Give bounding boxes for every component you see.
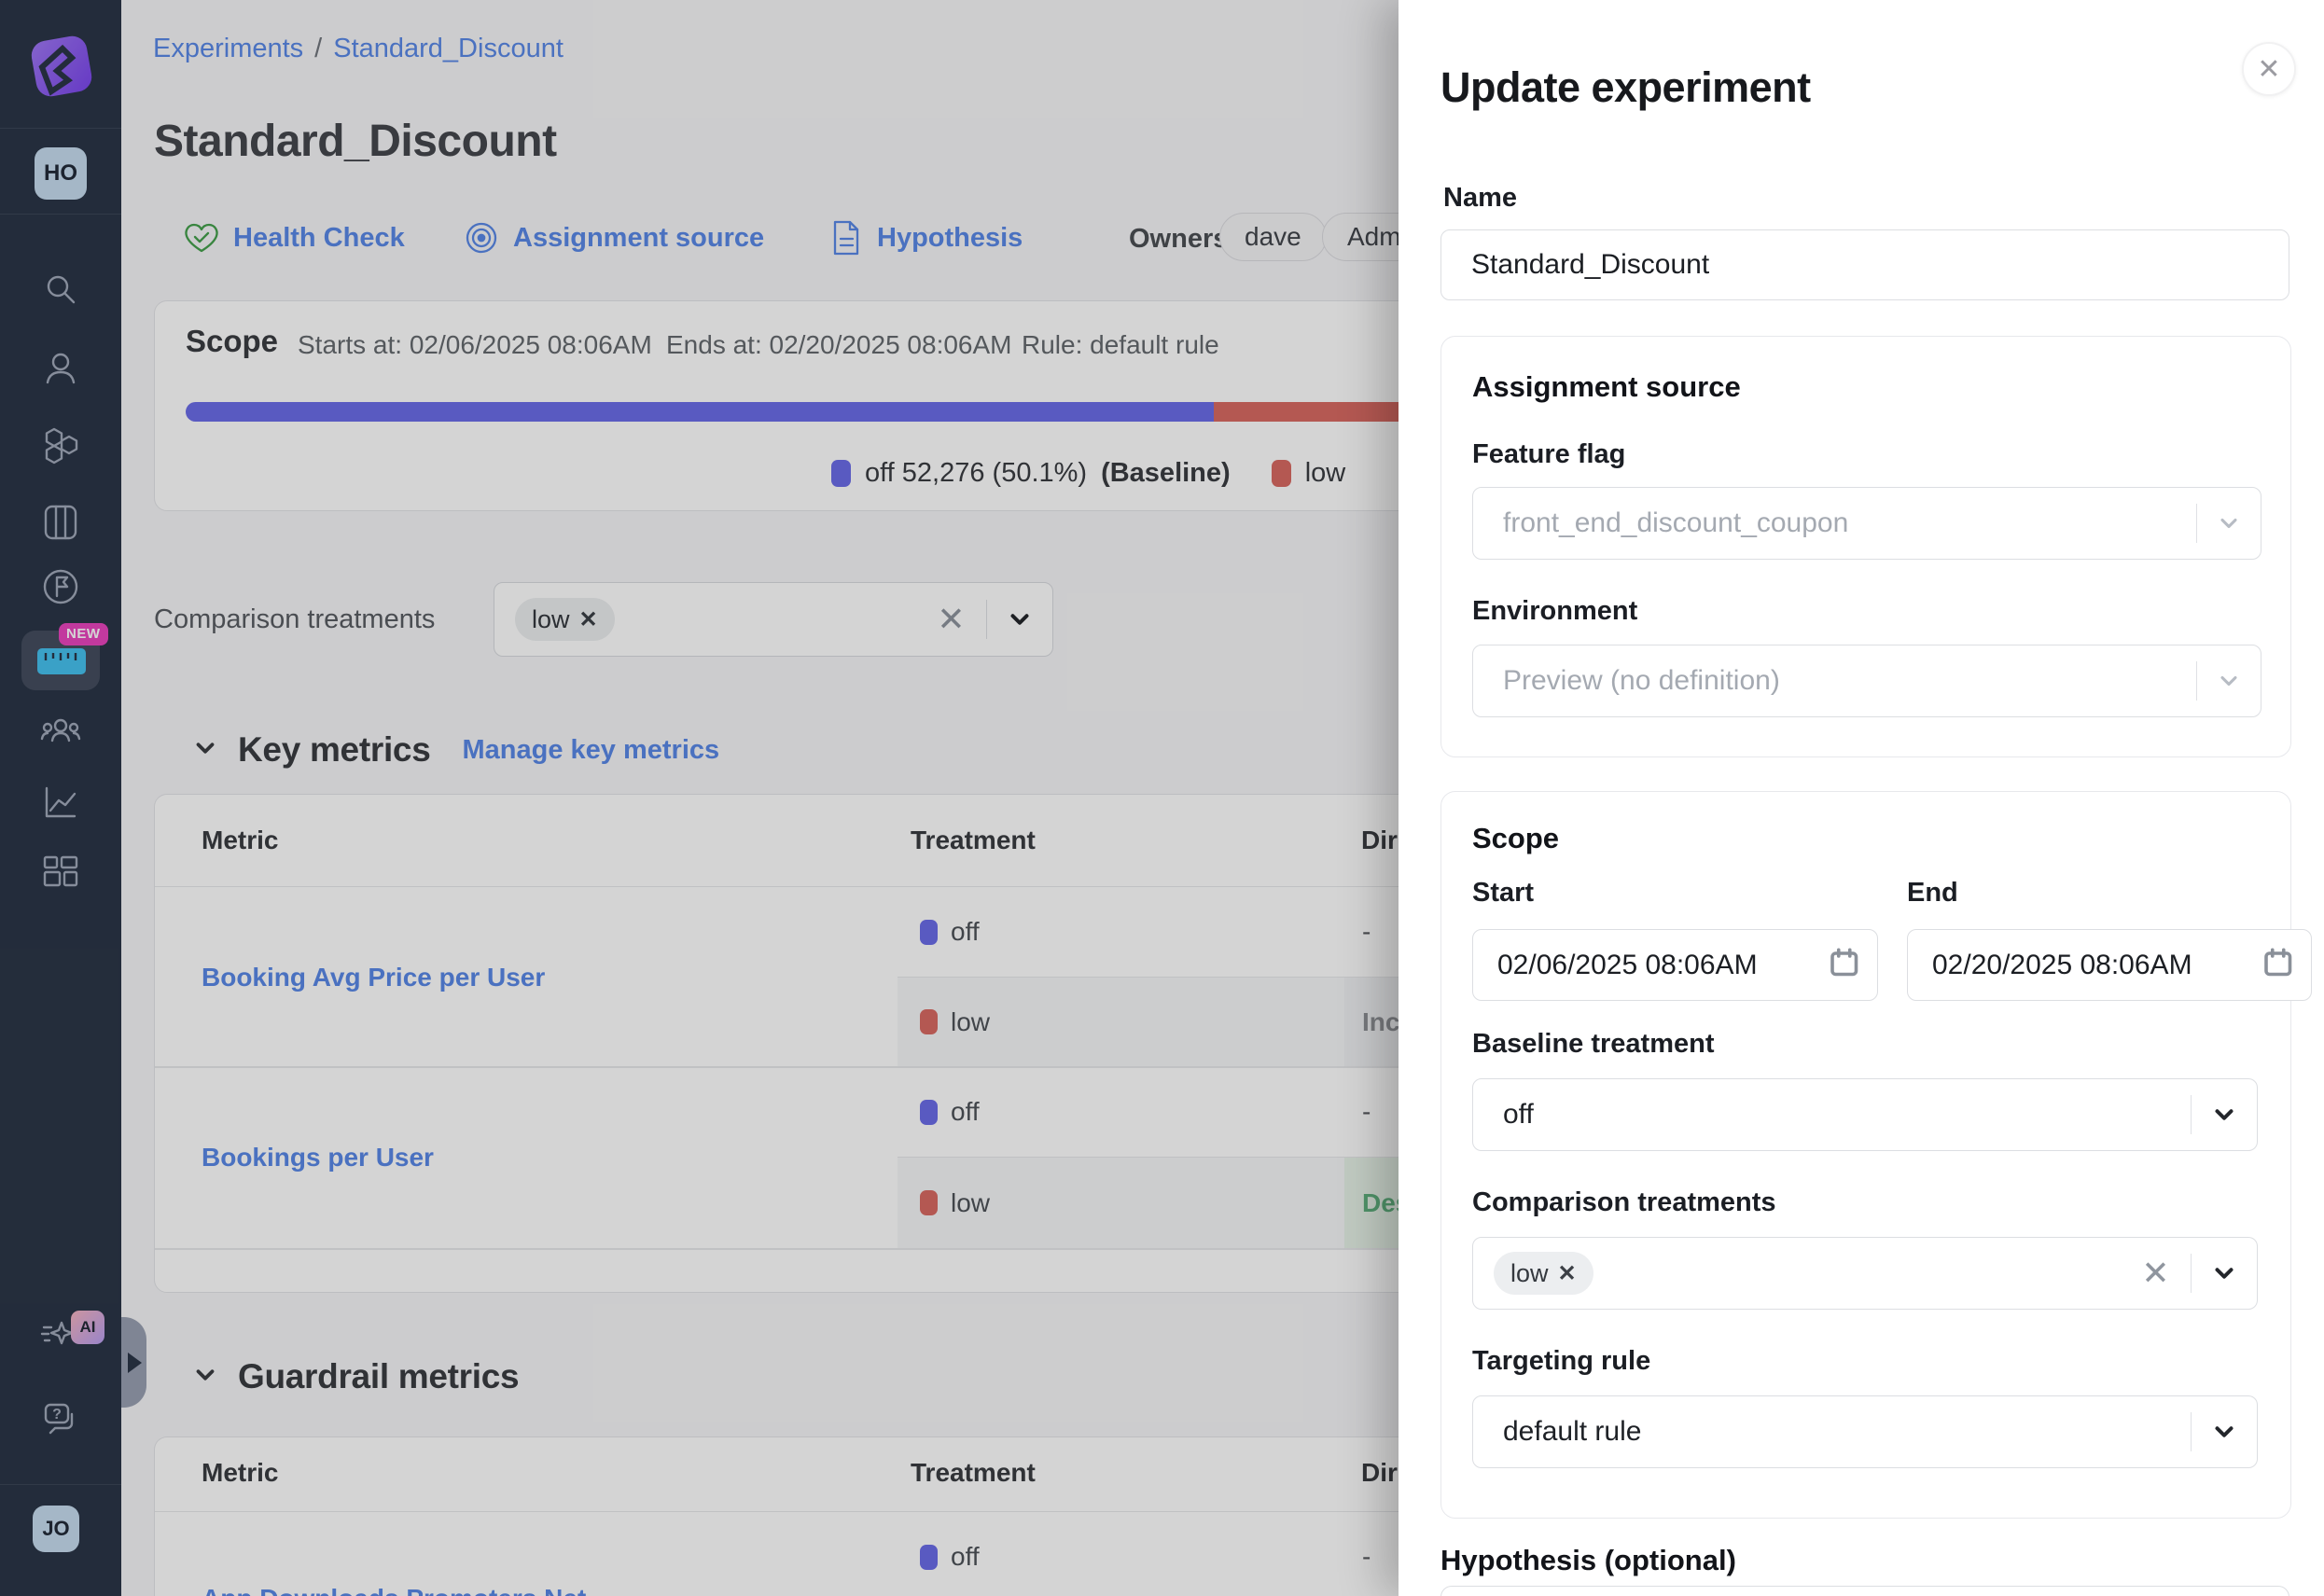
- start-date-value: 02/06/2025 08:06AM: [1497, 950, 1758, 981]
- environment-value: Preview (no definition): [1503, 665, 1780, 697]
- assignment-source-card: Assignment source Feature flag front_end…: [1440, 336, 2291, 757]
- name-input[interactable]: Standard_Discount: [1440, 229, 2289, 300]
- environment-select[interactable]: Preview (no definition): [1472, 645, 2261, 717]
- name-label: Name: [1443, 183, 1517, 214]
- scope-card: Scope Start End 02/06/2025 08:06AM 02/20…: [1440, 791, 2291, 1519]
- chevron-down-icon: [2197, 510, 2261, 536]
- environment-label: Environment: [1472, 596, 1637, 627]
- start-date-input[interactable]: 02/06/2025 08:06AM: [1472, 929, 1878, 1001]
- targeting-rule-label: Targeting rule: [1472, 1346, 1650, 1377]
- chip-remove-icon[interactable]: ✕: [1558, 1260, 1577, 1287]
- calendar-icon[interactable]: [1827, 945, 1860, 986]
- end-label: End: [1907, 878, 1958, 909]
- calendar-icon[interactable]: [2261, 945, 2294, 986]
- scope-heading: Scope: [1472, 822, 1559, 855]
- comparison-treatments-select[interactable]: low ✕ ✕: [1472, 1237, 2258, 1310]
- feature-flag-select[interactable]: front_end_discount_coupon: [1472, 487, 2261, 560]
- end-date-input[interactable]: 02/20/2025 08:06AM: [1907, 929, 2312, 1001]
- treatment-chip-label: low: [1510, 1259, 1549, 1288]
- start-label: Start: [1472, 878, 1534, 909]
- baseline-treatment-select[interactable]: off: [1472, 1078, 2258, 1151]
- hypothesis-heading: Hypothesis (optional): [1440, 1544, 1736, 1577]
- end-date-value: 02/20/2025 08:06AM: [1932, 950, 2192, 981]
- name-input-value: Standard_Discount: [1471, 249, 1709, 281]
- treatment-chip[interactable]: low ✕: [1494, 1252, 1593, 1295]
- drawer-title: Update experiment: [1440, 63, 1811, 112]
- targeting-rule-value: default rule: [1503, 1416, 1641, 1448]
- comparison-treatments-label: Comparison treatments: [1472, 1187, 1776, 1218]
- baseline-treatment-value: off: [1503, 1099, 1534, 1131]
- chevron-down-icon: [2192, 1259, 2257, 1287]
- feature-flag-label: Feature flag: [1472, 439, 1625, 470]
- close-icon[interactable]: ✕: [2242, 42, 2296, 96]
- clear-icon[interactable]: ✕: [2121, 1254, 2190, 1293]
- chevron-down-icon: [2192, 1101, 2257, 1129]
- chevron-down-icon: [2192, 1418, 2257, 1446]
- baseline-treatment-label: Baseline treatment: [1472, 1029, 1715, 1060]
- targeting-rule-select[interactable]: default rule: [1472, 1395, 2258, 1468]
- update-experiment-drawer: ✕ Update experiment Name Standard_Discou…: [1399, 0, 2324, 1596]
- feature-flag-value: front_end_discount_coupon: [1503, 507, 1848, 539]
- chevron-down-icon: [2197, 668, 2261, 694]
- hypothesis-textarea[interactable]: [1440, 1586, 2289, 1596]
- assignment-source-heading: Assignment source: [1472, 370, 1741, 404]
